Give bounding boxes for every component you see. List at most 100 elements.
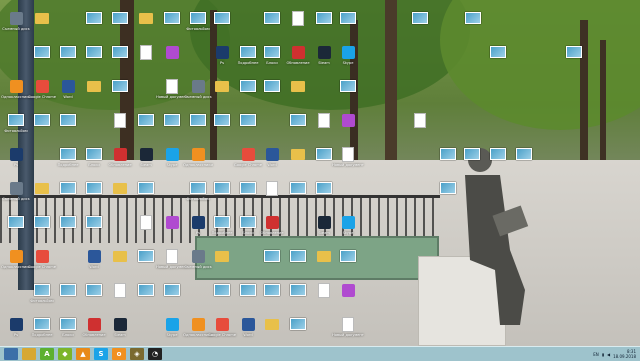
- odnoklassniki-button[interactable]: o: [112, 348, 126, 360]
- desktop-icon[interactable]: [316, 282, 332, 298]
- desktop-icon[interactable]: [60, 180, 76, 196]
- desktop-icon[interactable]: [86, 180, 102, 196]
- desktop-icon[interactable]: [214, 282, 230, 298]
- desktop-icon[interactable]: [490, 44, 506, 60]
- desktop-icon[interactable]: [112, 248, 128, 264]
- app-orange-button[interactable]: ▲: [76, 348, 90, 360]
- desktop-icon[interactable]: [138, 248, 154, 264]
- desktop-icon[interactable]: [214, 214, 230, 230]
- desktop-icon[interactable]: [190, 10, 206, 26]
- desktop-icon[interactable]: [316, 214, 332, 230]
- desktop-icon[interactable]: [340, 248, 356, 264]
- desktop-icon[interactable]: [264, 214, 280, 230]
- desktop-icon[interactable]: [316, 248, 332, 264]
- desktop-icon[interactable]: [264, 316, 280, 332]
- desktop-icon[interactable]: [190, 78, 206, 94]
- desktop-icon[interactable]: [190, 248, 206, 264]
- desktop-icon[interactable]: [34, 112, 50, 128]
- desktop-icon[interactable]: [412, 10, 428, 26]
- desktop-icon[interactable]: [290, 146, 306, 162]
- desktop-icon[interactable]: [190, 112, 206, 128]
- desktop-icon[interactable]: [316, 180, 332, 196]
- desktop-icon[interactable]: [340, 44, 356, 60]
- desktop-icon[interactable]: [164, 214, 180, 230]
- desktop-icon[interactable]: [164, 316, 180, 332]
- desktop-icon[interactable]: [60, 146, 76, 162]
- desktop-icon[interactable]: [60, 316, 76, 332]
- desktop-icon[interactable]: [264, 146, 280, 162]
- desktop-icon[interactable]: [8, 316, 24, 332]
- desktop-icon[interactable]: [264, 282, 280, 298]
- desktop-icon[interactable]: [112, 146, 128, 162]
- desktop-icon[interactable]: [316, 112, 332, 128]
- desktop-icon[interactable]: [138, 10, 154, 26]
- desktop-icon[interactable]: [340, 78, 356, 94]
- desktop-icon[interactable]: [264, 44, 280, 60]
- desktop-icon[interactable]: [566, 44, 582, 60]
- desktop-icon[interactable]: [8, 146, 24, 162]
- desktop-icon[interactable]: [60, 78, 76, 94]
- desktop-icon[interactable]: [340, 214, 356, 230]
- desktop-icon[interactable]: [138, 214, 154, 230]
- desktop-icon[interactable]: [240, 180, 256, 196]
- desktop-icon[interactable]: [214, 180, 230, 196]
- desktop-icon[interactable]: [34, 180, 50, 196]
- desktop-icon[interactable]: [138, 112, 154, 128]
- desktop-icon[interactable]: [214, 112, 230, 128]
- desktop-icon[interactable]: [340, 146, 356, 162]
- desktop-icon[interactable]: [464, 146, 480, 162]
- network-icon[interactable]: ▮: [602, 352, 604, 357]
- desktop-icon[interactable]: [164, 78, 180, 94]
- desktop-icon[interactable]: [34, 214, 50, 230]
- desktop-icon[interactable]: [86, 44, 102, 60]
- desktop-icon[interactable]: [264, 10, 280, 26]
- desktop-icon[interactable]: [34, 248, 50, 264]
- desktop-icon[interactable]: [8, 78, 24, 94]
- desktop-icon[interactable]: [214, 248, 230, 264]
- desktop-icon[interactable]: [240, 146, 256, 162]
- desktop-icon[interactable]: [290, 248, 306, 264]
- desktop-icon[interactable]: [214, 44, 230, 60]
- desktop-icon[interactable]: [86, 316, 102, 332]
- desktop-icon[interactable]: [465, 10, 481, 26]
- desktop-icon[interactable]: [240, 44, 256, 60]
- desktop-icon[interactable]: [112, 112, 128, 128]
- desktop-icon[interactable]: [86, 10, 102, 26]
- desktop-icon[interactable]: [34, 316, 50, 332]
- desktop-icon[interactable]: [8, 10, 24, 26]
- desktop-icon[interactable]: [86, 78, 102, 94]
- desktop-icon[interactable]: [240, 78, 256, 94]
- desktop-icon[interactable]: [164, 10, 180, 26]
- desktop-icon[interactable]: [164, 112, 180, 128]
- desktop-icon[interactable]: [60, 214, 76, 230]
- desktop-icon[interactable]: [240, 214, 256, 230]
- desktop-icon[interactable]: [290, 44, 306, 60]
- app-green-button[interactable]: ◆: [58, 348, 72, 360]
- desktop-icon[interactable]: [214, 316, 230, 332]
- desktop-icon[interactable]: [214, 10, 230, 26]
- skype-button[interactable]: S: [94, 348, 108, 360]
- desktop-icon[interactable]: [316, 146, 332, 162]
- desktop-icon[interactable]: [340, 316, 356, 332]
- desktop-icon[interactable]: [60, 282, 76, 298]
- explorer-button[interactable]: [22, 348, 36, 360]
- desktop-icon[interactable]: [112, 180, 128, 196]
- desktop-icon[interactable]: [138, 282, 154, 298]
- desktop-icon[interactable]: [86, 282, 102, 298]
- desktop-icon[interactable]: [240, 282, 256, 298]
- desktop-icon[interactable]: [290, 112, 306, 128]
- desktop-icon[interactable]: [240, 316, 256, 332]
- desktop-icon[interactable]: [86, 146, 102, 162]
- desktop-icon[interactable]: [316, 44, 332, 60]
- language-indicator[interactable]: EN: [593, 352, 599, 357]
- desktop-icon[interactable]: [316, 10, 332, 26]
- desktop-icon[interactable]: [34, 282, 50, 298]
- desktop-icon[interactable]: [490, 146, 506, 162]
- desktop-icon[interactable]: [86, 214, 102, 230]
- desktop-icon[interactable]: [34, 44, 50, 60]
- desktop-icon[interactable]: [340, 282, 356, 298]
- desktop-icon[interactable]: [340, 112, 356, 128]
- desktop-icon[interactable]: [8, 214, 24, 230]
- desktop-icon[interactable]: [112, 316, 128, 332]
- utorrent-button[interactable]: A: [40, 348, 54, 360]
